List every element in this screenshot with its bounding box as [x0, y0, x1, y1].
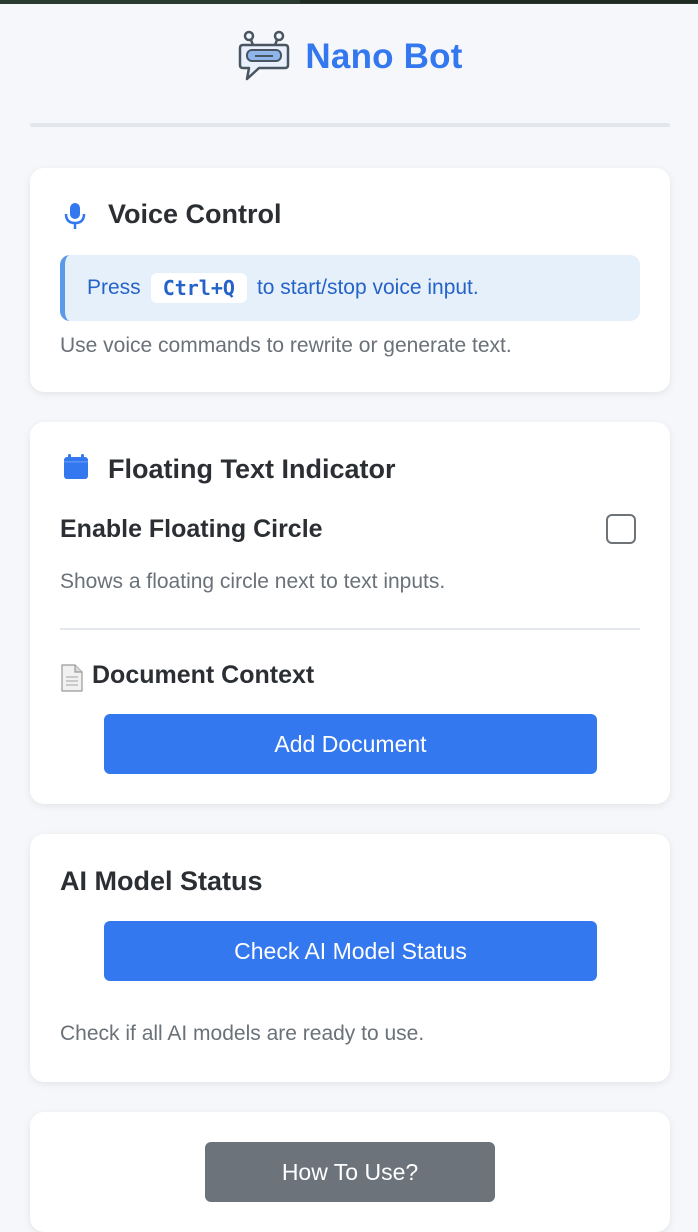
ai-model-status-card: AI Model Status Check AI Model Status Ch…	[30, 834, 670, 1082]
enable-floating-circle-checkbox[interactable]	[606, 514, 636, 544]
enable-floating-circle-label: Enable Floating Circle	[60, 515, 323, 543]
voice-control-title: Voice Control	[108, 199, 282, 229]
document-icon	[61, 664, 83, 692]
hint-prefix: Press	[87, 276, 141, 299]
ai-model-status-description: Check if all AI models are ready to use.	[60, 1022, 425, 1045]
section-divider	[60, 628, 640, 630]
shortcut-key: Ctrl+Q	[150, 273, 247, 303]
ai-model-status-title: AI Model Status	[60, 866, 263, 896]
hint-suffix: to start/stop voice input.	[256, 276, 479, 299]
header-divider	[30, 123, 670, 127]
robot-chat-icon	[239, 30, 290, 81]
window-top-edge	[0, 0, 698, 4]
app-header: Nano Bot	[0, 22, 698, 92]
calendar-icon	[64, 454, 88, 479]
microphone-icon	[64, 203, 86, 229]
voice-shortcut-hint: Press Ctrl+Q to start/stop voice input.	[60, 255, 640, 321]
add-document-button[interactable]: Add Document	[104, 714, 597, 774]
help-card: How To Use?	[30, 1112, 670, 1232]
check-ai-model-status-button[interactable]: Check AI Model Status	[104, 921, 597, 981]
floating-indicator-description: Shows a floating circle next to text inp…	[60, 570, 446, 593]
voice-control-card: Voice Control Press Ctrl+Q to start/stop…	[30, 168, 670, 392]
floating-indicator-title: Floating Text Indicator	[108, 454, 396, 484]
floating-indicator-card: Floating Text Indicator Enable Floating …	[30, 422, 670, 804]
document-context-title: Document Context	[92, 661, 315, 689]
voice-control-description: Use voice commands to rewrite or generat…	[60, 334, 512, 357]
how-to-use-button[interactable]: How To Use?	[205, 1142, 495, 1202]
app-title: Nano Bot	[305, 37, 463, 76]
